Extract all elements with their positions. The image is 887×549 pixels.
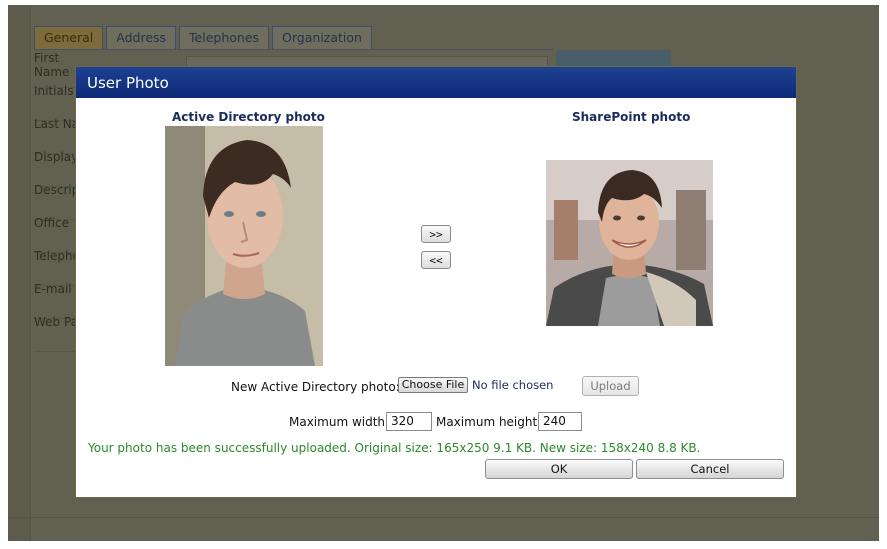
copy-to-ad-button[interactable]: << bbox=[421, 251, 451, 269]
tab-general[interactable]: General bbox=[34, 26, 104, 49]
background-photo bbox=[556, 50, 671, 66]
cancel-button[interactable]: Cancel bbox=[636, 459, 784, 479]
page-left-column bbox=[8, 5, 31, 541]
no-file-chosen-text: No file chosen bbox=[472, 378, 554, 392]
dialog-title: User Photo bbox=[87, 74, 169, 92]
max-width-input[interactable]: 320 bbox=[386, 412, 432, 431]
tab-organization[interactable]: Organization bbox=[272, 26, 372, 49]
tab-telephones[interactable]: Telephones bbox=[179, 26, 270, 49]
upload-status-message: Your photo has been successfully uploade… bbox=[88, 441, 701, 455]
upload-button[interactable]: Upload bbox=[582, 376, 639, 396]
copy-to-sharepoint-button[interactable]: >> bbox=[421, 225, 451, 243]
max-width-label: Maximum width: bbox=[289, 415, 390, 429]
page-divider bbox=[8, 517, 879, 518]
sp-photo bbox=[546, 160, 713, 326]
tab-address[interactable]: Address bbox=[106, 26, 177, 49]
ok-button[interactable]: OK bbox=[485, 459, 633, 479]
max-height-label: Maximum height: bbox=[436, 415, 542, 429]
max-height-input[interactable]: 240 bbox=[538, 412, 582, 431]
dialog-titlebar[interactable]: User Photo bbox=[76, 67, 796, 98]
user-photo-dialog: User Photo Active Directory photo ShareP… bbox=[75, 66, 797, 498]
ad-photo bbox=[165, 126, 323, 366]
new-photo-label: New Active Directory photo: bbox=[231, 380, 400, 394]
sp-photo-heading: SharePoint photo bbox=[572, 110, 691, 124]
ad-photo-heading: Active Directory photo bbox=[172, 110, 325, 124]
choose-file-button[interactable]: Choose File bbox=[398, 377, 468, 393]
ad-portrait-image bbox=[165, 126, 323, 366]
tab-divider bbox=[34, 49, 554, 50]
sp-portrait-image bbox=[546, 160, 713, 326]
tab-bar: General Address Telephones Organization bbox=[34, 26, 372, 50]
